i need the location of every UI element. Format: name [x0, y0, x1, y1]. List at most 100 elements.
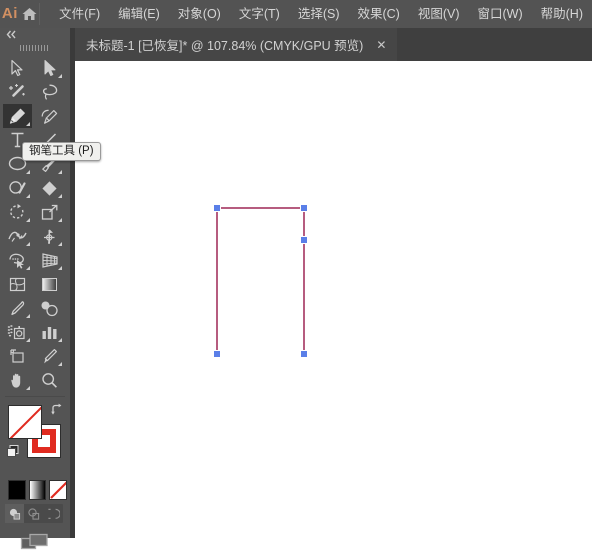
- column-graph-tool[interactable]: [35, 320, 64, 344]
- perspective-grid-tool[interactable]: [35, 248, 64, 272]
- tool-flyout-corner-icon: [26, 338, 30, 342]
- path-stroke: [216, 207, 305, 354]
- menu-edit[interactable]: 编辑(E): [109, 0, 169, 28]
- document-tab[interactable]: 未标题-1 [已恢复]* @ 107.84% (CMYK/GPU 预览) ✕: [75, 28, 398, 61]
- menu-view[interactable]: 视图(V): [409, 0, 469, 28]
- artwork-layer: [213, 204, 308, 358]
- scale-tool[interactable]: [35, 200, 64, 224]
- selection-tool[interactable]: [3, 56, 32, 80]
- tool-row: [0, 80, 70, 104]
- document-canvas[interactable]: [75, 61, 592, 538]
- close-icon[interactable]: ✕: [376, 39, 386, 51]
- tool-row: [0, 56, 70, 80]
- fill-swatch[interactable]: [8, 405, 42, 439]
- home-icon[interactable]: [20, 0, 39, 28]
- tool-flyout-corner-icon: [58, 194, 62, 198]
- tool-flyout-corner-icon: [26, 218, 30, 222]
- tool-flyout-corner-icon: [58, 170, 62, 174]
- artboard-tool[interactable]: [3, 344, 32, 368]
- gradient-tool[interactable]: [35, 272, 64, 296]
- tool-flyout-corner-icon: [26, 170, 30, 174]
- tool-tooltip: 钢笔工具 (P): [22, 142, 101, 161]
- tool-flyout-corner-icon: [58, 338, 62, 342]
- illustrator-window: Ai 文件(F) 编辑(E) 对象(O) 文字(T) 选择(S) 效果(C) 视…: [0, 0, 592, 550]
- open-path[interactable]: [216, 207, 305, 354]
- toolbar-divider: [5, 396, 65, 397]
- path-selection-outline: [216, 207, 305, 354]
- anchor-mid-right[interactable]: [300, 236, 308, 244]
- tool-row: [0, 320, 70, 344]
- draw-normal-button[interactable]: [5, 504, 24, 523]
- tool-flyout-corner-icon: [26, 194, 30, 198]
- slice-tool[interactable]: [35, 344, 64, 368]
- blend-tool[interactable]: [35, 296, 64, 320]
- none-mode-button[interactable]: [49, 480, 68, 500]
- draw-mode-group: [5, 504, 63, 523]
- document-tab-bar: 未标题-1 [已恢复]* @ 107.84% (CMYK/GPU 预览) ✕: [75, 28, 592, 61]
- tool-flyout-corner-icon: [58, 242, 62, 246]
- color-mode-button[interactable]: [8, 480, 26, 500]
- menubar-divider: [38, 3, 40, 25]
- fill-none-indicator-icon: [9, 406, 41, 438]
- free-transform-tool[interactable]: [35, 224, 64, 248]
- tool-flyout-corner-icon: [58, 362, 62, 366]
- anchor-bottom-right[interactable]: [300, 350, 308, 358]
- anchor-top-left[interactable]: [213, 204, 221, 212]
- tool-row: [0, 272, 70, 296]
- tools-panel: [0, 28, 70, 550]
- draw-inside-button[interactable]: [43, 504, 62, 523]
- rotate-tool[interactable]: [3, 200, 32, 224]
- menu-select[interactable]: 选择(S): [289, 0, 349, 28]
- tool-flyout-corner-icon: [26, 242, 30, 246]
- gradient-mode-button[interactable]: [28, 480, 47, 500]
- tool-flyout-corner-icon: [58, 74, 62, 78]
- anchor-bottom-left[interactable]: [213, 350, 221, 358]
- mesh-tool[interactable]: [3, 272, 32, 296]
- screen-mode-button[interactable]: [0, 531, 70, 553]
- grabber-dots-icon: [20, 44, 50, 51]
- tool-flyout-corner-icon: [26, 314, 30, 318]
- width-tool[interactable]: [3, 224, 32, 248]
- tool-flyout-corner-icon: [26, 122, 30, 126]
- panel-grabber[interactable]: [0, 41, 70, 54]
- hand-tool[interactable]: [3, 368, 32, 392]
- eyedropper-tool[interactable]: [3, 296, 32, 320]
- symbol-sprayer-tool[interactable]: [3, 320, 32, 344]
- tool-row: [0, 224, 70, 248]
- anchor-point-group[interactable]: [213, 204, 308, 358]
- eraser-tool[interactable]: [35, 176, 64, 200]
- menu-window[interactable]: 窗口(W): [469, 0, 532, 28]
- zoom-tool[interactable]: [35, 368, 64, 392]
- tool-row: [0, 248, 70, 272]
- tool-flyout-corner-icon: [58, 218, 62, 222]
- menu-type[interactable]: 文字(T): [230, 0, 289, 28]
- direct-selection-tool[interactable]: [35, 56, 64, 80]
- menu-item-list: 文件(F) 编辑(E) 对象(O) 文字(T) 选择(S) 效果(C) 视图(V…: [50, 0, 592, 28]
- menu-file[interactable]: 文件(F): [50, 0, 109, 28]
- double-chevron-left-icon: [6, 30, 16, 39]
- shape-builder-tool[interactable]: [3, 248, 32, 272]
- collapse-panel-button[interactable]: [0, 28, 70, 41]
- anchor-top-right[interactable]: [300, 204, 308, 212]
- shaper-tool[interactable]: [3, 176, 32, 200]
- tool-row: [0, 104, 70, 128]
- tool-flyout-corner-icon: [26, 266, 30, 270]
- swap-fill-stroke-icon[interactable]: [50, 403, 64, 417]
- pen-tool[interactable]: [3, 104, 32, 128]
- tool-row: [0, 368, 70, 392]
- menu-effect[interactable]: 效果(C): [348, 0, 408, 28]
- draw-behind-button[interactable]: [24, 504, 43, 523]
- magic-wand-tool[interactable]: [3, 80, 32, 104]
- default-fill-stroke-icon[interactable]: [6, 444, 20, 458]
- curvature-tool[interactable]: [35, 104, 64, 128]
- menu-object[interactable]: 对象(O): [169, 0, 230, 28]
- lasso-tool[interactable]: [35, 80, 64, 104]
- fill-stroke-controls: [0, 402, 70, 478]
- document-tab-title: 未标题-1 [已恢复]* @ 107.84% (CMYK/GPU 预览): [86, 39, 364, 53]
- tool-flyout-corner-icon: [58, 266, 62, 270]
- menu-bar: Ai 文件(F) 编辑(E) 对象(O) 文字(T) 选择(S) 效果(C) 视…: [0, 0, 592, 28]
- tool-row: [0, 296, 70, 320]
- tool-row: [0, 200, 70, 224]
- menu-help[interactable]: 帮助(H): [532, 0, 592, 28]
- tool-row: [0, 344, 70, 368]
